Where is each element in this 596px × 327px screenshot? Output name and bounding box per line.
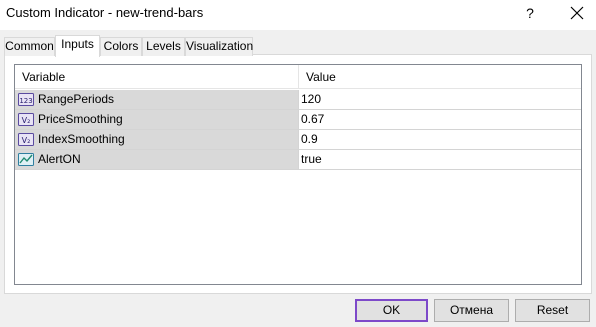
variable-value: 0.9 xyxy=(301,132,318,146)
variable-cell[interactable]: 123 RangePeriods xyxy=(15,90,298,109)
variable-cell[interactable]: V₂ PriceSmoothing xyxy=(15,110,298,129)
tab-colors[interactable]: Colors xyxy=(100,37,142,56)
svg-text:V₂: V₂ xyxy=(22,136,31,145)
boolean-chart-icon xyxy=(18,153,34,166)
svg-text:123: 123 xyxy=(19,97,32,105)
table-row[interactable]: AlertON true xyxy=(15,150,581,170)
tab-inputs[interactable]: Inputs xyxy=(55,35,100,57)
variable-name: IndexSmoothing xyxy=(38,132,125,146)
tab-label: Inputs xyxy=(61,37,94,51)
help-label: ? xyxy=(526,5,534,21)
integer-icon: 123 xyxy=(18,93,34,106)
svg-text:V₂: V₂ xyxy=(22,116,31,125)
variable-value: 120 xyxy=(301,92,322,106)
inputs-grid: Variable Value 123 RangePeriods 120 V₂ P… xyxy=(14,64,582,285)
reset-button[interactable]: Reset xyxy=(515,299,590,322)
help-button[interactable]: ? xyxy=(512,0,548,30)
cancel-label: Отмена xyxy=(449,303,494,317)
double-value-icon: V₂ xyxy=(18,113,34,126)
double-value-icon: V₂ xyxy=(18,133,34,146)
variable-name: PriceSmoothing xyxy=(38,112,123,126)
column-header-variable[interactable]: Variable xyxy=(15,65,65,89)
cancel-button[interactable]: Отмена xyxy=(434,299,509,322)
tab-label: Levels xyxy=(146,39,181,53)
variable-name: AlertON xyxy=(38,152,81,166)
window-title: Custom Indicator - new-trend-bars xyxy=(6,5,204,20)
value-cell[interactable]: 120 xyxy=(299,90,581,109)
close-icon xyxy=(570,6,584,20)
value-cell[interactable]: 0.9 xyxy=(299,130,581,149)
variable-name: RangePeriods xyxy=(38,92,115,106)
title-bar: Custom Indicator - new-trend-bars ? xyxy=(0,0,596,30)
variable-cell[interactable]: V₂ IndexSmoothing xyxy=(15,130,298,149)
tab-label: Common xyxy=(5,39,54,53)
tab-label: Visualization xyxy=(186,39,254,53)
tab-common[interactable]: Common xyxy=(4,37,55,56)
tab-levels[interactable]: Levels xyxy=(142,37,185,56)
value-cell[interactable]: 0.67 xyxy=(299,110,581,129)
table-row[interactable]: 123 RangePeriods 120 xyxy=(15,90,581,110)
variable-value: 0.67 xyxy=(301,112,325,126)
table-row[interactable]: V₂ IndexSmoothing 0.9 xyxy=(15,130,581,150)
tab-label: Colors xyxy=(103,39,139,53)
column-header-value[interactable]: Value xyxy=(299,65,336,89)
value-cell[interactable]: true xyxy=(299,150,581,169)
table-row[interactable]: V₂ PriceSmoothing 0.67 xyxy=(15,110,581,130)
ok-button[interactable]: OK xyxy=(355,299,428,322)
reset-label: Reset xyxy=(536,303,569,317)
close-button[interactable] xyxy=(556,0,596,30)
variable-cell[interactable]: AlertON xyxy=(15,150,298,169)
tab-visualization[interactable]: Visualization xyxy=(185,37,253,56)
grid-header: Variable Value xyxy=(15,65,581,89)
variable-value: true xyxy=(301,152,322,166)
ok-label: OK xyxy=(382,303,401,317)
